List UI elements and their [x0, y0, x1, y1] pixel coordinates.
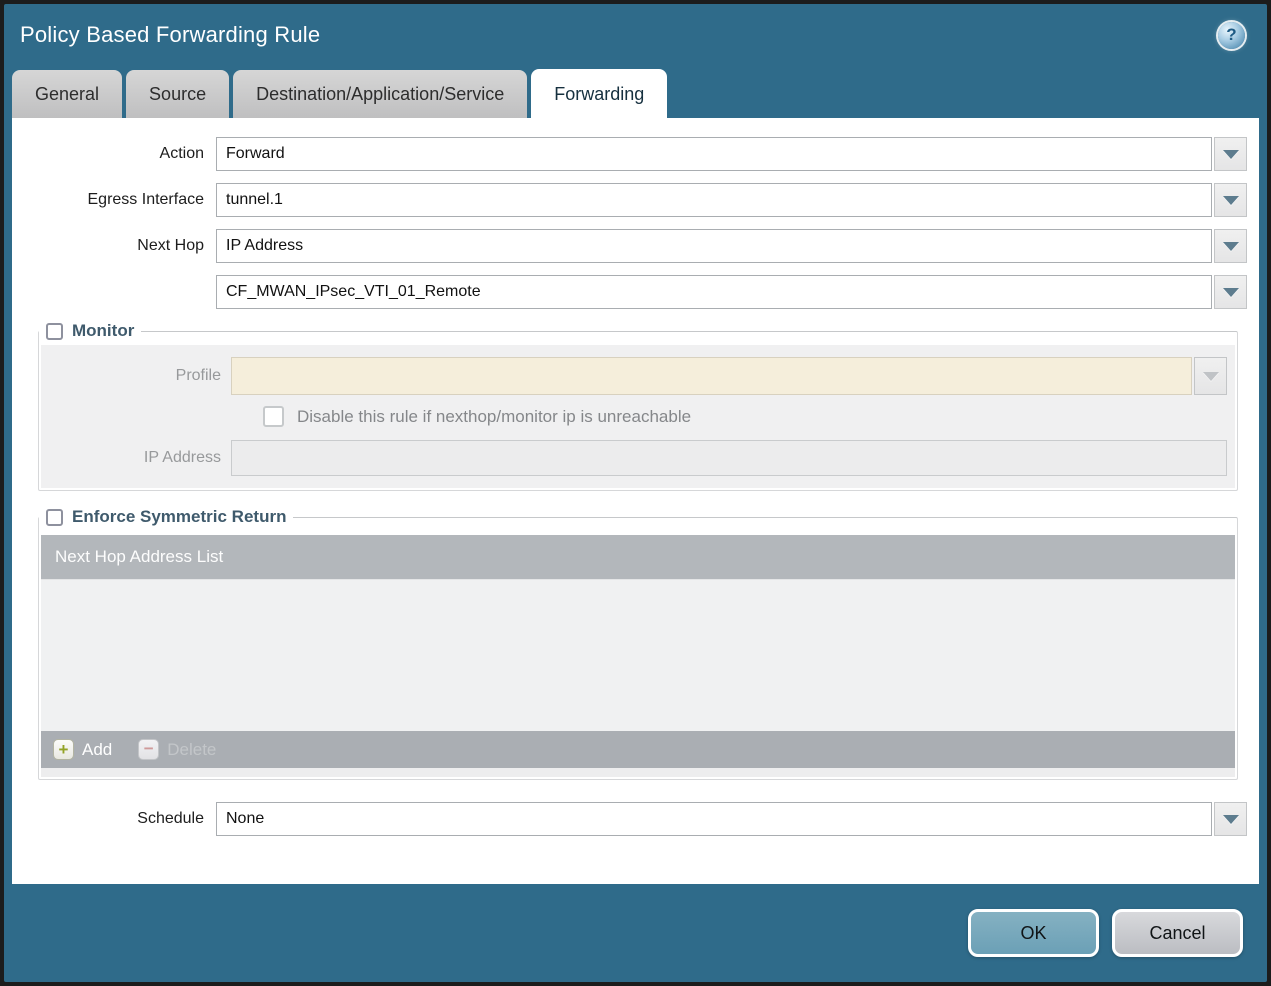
- monitor-ip-address-input: [231, 440, 1227, 476]
- enforce-symmetric-return-legend-label: Enforce Symmetric Return: [72, 507, 287, 526]
- chevron-down-icon: [1222, 287, 1239, 297]
- schedule-combo: None: [216, 802, 1247, 836]
- action-combo: Forward: [216, 137, 1247, 171]
- egress-interface-row: Egress Interface tunnel.1: [24, 183, 1247, 217]
- next-hop-label: Next Hop: [137, 237, 204, 254]
- chevron-down-icon: [1222, 241, 1239, 251]
- next-hop-combo: IP Address: [216, 229, 1247, 263]
- profile-combo: [231, 357, 1227, 395]
- schedule-label: Schedule: [137, 810, 204, 827]
- chevron-down-icon: [1222, 814, 1239, 824]
- title-bar: Policy Based Forwarding Rule ?: [4, 4, 1267, 66]
- monitor-legend-label: Monitor: [72, 321, 135, 340]
- action-dropdown-button[interactable]: [1214, 137, 1247, 171]
- schedule-input[interactable]: None: [216, 802, 1212, 836]
- policy-based-forwarding-dialog: Policy Based Forwarding Rule ? General S…: [4, 4, 1267, 982]
- action-input[interactable]: Forward: [216, 137, 1212, 171]
- table-toolbar: + Add − Delete: [41, 731, 1235, 768]
- monitor-fieldset: Monitor Profile Disable this rule if nex…: [38, 321, 1238, 491]
- next-hop-address-list-header: Next Hop Address List: [41, 535, 1235, 579]
- delete-button-label: Delete: [167, 739, 217, 759]
- chevron-down-icon: [1202, 371, 1219, 381]
- tab-source[interactable]: Source: [126, 70, 230, 118]
- next-hop-input[interactable]: IP Address: [216, 229, 1212, 263]
- monitor-ip-address-row: IP Address: [41, 440, 1227, 476]
- profile-row: Profile: [41, 357, 1227, 395]
- forwarding-tab-panel: Action Forward Egress Interface tunnel.1: [12, 118, 1259, 884]
- profile-label: Profile: [175, 367, 221, 384]
- monitor-panel: Profile Disable this rule if nexthop/mon…: [41, 345, 1235, 488]
- chevron-down-icon: [1222, 149, 1239, 159]
- monitor-legend: Monitor: [39, 321, 141, 341]
- monitor-checkbox[interactable]: [46, 322, 63, 340]
- minus-icon: −: [138, 739, 160, 760]
- next-hop-address-list-body[interactable]: [41, 579, 1235, 731]
- chevron-down-icon: [1222, 195, 1239, 205]
- next-hop-address-dropdown-button[interactable]: [1214, 275, 1247, 309]
- monitor-ip-address-label: IP Address: [143, 449, 221, 466]
- tab-general[interactable]: General: [12, 70, 123, 118]
- tab-destination-application-service[interactable]: Destination/Application/Service: [233, 70, 528, 118]
- next-hop-dropdown-button[interactable]: [1214, 229, 1247, 263]
- cancel-button[interactable]: Cancel: [1112, 909, 1243, 957]
- footer-bar: OK Cancel: [4, 884, 1267, 982]
- schedule-row: Schedule None: [24, 802, 1247, 836]
- help-icon[interactable]: ?: [1218, 21, 1245, 49]
- disable-rule-checkbox: [263, 406, 284, 427]
- enforce-symmetric-return-legend: Enforce Symmetric Return: [39, 507, 293, 527]
- schedule-dropdown-button[interactable]: [1214, 802, 1247, 836]
- next-hop-address-list-table: Next Hop Address List + Add − Delete: [41, 535, 1235, 777]
- enforce-symmetric-return-fieldset: Enforce Symmetric Return Next Hop Addres…: [38, 507, 1238, 780]
- next-hop-address-row: CF_MWAN_IPsec_VTI_01_Remote: [24, 275, 1247, 309]
- disable-rule-row: Disable this rule if nexthop/monitor ip …: [263, 406, 1227, 427]
- tab-bar: General Source Destination/Application/S…: [4, 66, 1267, 118]
- add-button-label: Add: [82, 739, 113, 759]
- action-label: Action: [159, 145, 204, 162]
- plus-icon: +: [53, 739, 74, 760]
- add-button[interactable]: + Add: [53, 739, 112, 760]
- delete-button: − Delete: [138, 739, 216, 760]
- action-row: Action Forward: [24, 137, 1247, 171]
- egress-interface-combo: tunnel.1: [216, 183, 1247, 217]
- ok-button[interactable]: OK: [968, 909, 1099, 957]
- disable-rule-label: Disable this rule if nexthop/monitor ip …: [297, 406, 692, 426]
- egress-interface-label: Egress Interface: [87, 191, 205, 208]
- dialog-title: Policy Based Forwarding Rule: [20, 22, 321, 47]
- egress-interface-input[interactable]: tunnel.1: [216, 183, 1212, 217]
- tab-forwarding[interactable]: Forwarding: [531, 69, 668, 118]
- dialog-frame: Policy Based Forwarding Rule ? General S…: [0, 0, 1271, 986]
- egress-interface-dropdown-button[interactable]: [1214, 183, 1247, 217]
- table-bottom-strip: [41, 768, 1235, 777]
- next-hop-address-combo: CF_MWAN_IPsec_VTI_01_Remote: [216, 275, 1247, 309]
- enforce-symmetric-return-checkbox[interactable]: [46, 508, 63, 526]
- next-hop-address-input[interactable]: CF_MWAN_IPsec_VTI_01_Remote: [216, 275, 1212, 309]
- profile-dropdown-button: [1194, 357, 1227, 395]
- profile-input: [231, 357, 1192, 395]
- next-hop-row: Next Hop IP Address: [24, 229, 1247, 263]
